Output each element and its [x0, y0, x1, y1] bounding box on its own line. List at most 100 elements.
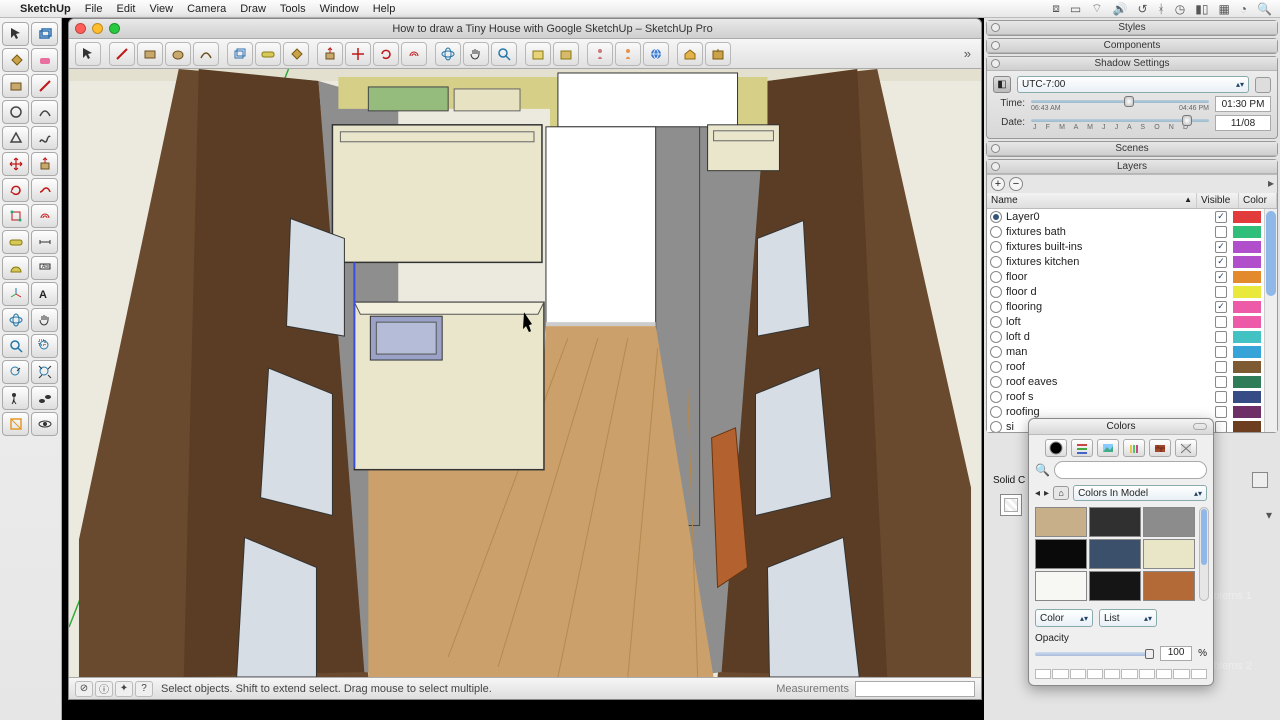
bluetooth-icon[interactable]: ᚼ [1158, 2, 1165, 16]
colors-toolbar-toggle[interactable] [1193, 423, 1207, 430]
tb-move[interactable] [345, 42, 371, 66]
layer-row[interactable]: man [987, 344, 1263, 359]
tape-measure-tool[interactable] [2, 230, 29, 254]
layer-visible-checkbox[interactable]: ✓ [1215, 301, 1227, 313]
line-tool[interactable] [31, 74, 58, 98]
polygon-tool[interactable] [2, 126, 29, 150]
wifi-icon[interactable]: ⌔ [1091, 1, 1102, 16]
layer-row[interactable]: floor ✓ [987, 269, 1263, 284]
layers-flyout-icon[interactable]: ▸ [1268, 176, 1274, 190]
current-material-swatch[interactable] [1000, 494, 1022, 516]
layer-visible-checkbox[interactable]: ✓ [1215, 211, 1227, 223]
zoom-window-tool[interactable] [31, 334, 58, 358]
layer-row[interactable]: fixtures bath [987, 224, 1263, 239]
layer-visible-checkbox[interactable] [1215, 391, 1227, 403]
layer-name[interactable]: floor [1004, 271, 1215, 283]
tb-add-location[interactable] [525, 42, 551, 66]
colors-titlebar[interactable]: Colors [1029, 419, 1213, 435]
zoom-window-icon[interactable] [109, 23, 120, 34]
layer-row[interactable]: fixtures built-ins ✓ [987, 239, 1263, 254]
layer-color-swatch[interactable] [1233, 211, 1261, 223]
dropbox-icon[interactable]: ⧈ [1052, 1, 1060, 16]
tb-zoom[interactable] [491, 42, 517, 66]
layers-header-color[interactable]: Color [1239, 193, 1277, 208]
color-image-tab[interactable] [1097, 439, 1119, 457]
tb-make-component[interactable] [227, 42, 253, 66]
timemachine-icon[interactable]: ◷ [1175, 2, 1185, 16]
sync-icon[interactable]: ↺ [1137, 2, 1147, 16]
tb-pushpull[interactable] [317, 42, 343, 66]
tb-arc[interactable] [193, 42, 219, 66]
layer-row[interactable]: roofing [987, 404, 1263, 419]
paint-bucket-tool[interactable] [2, 48, 29, 72]
layer-row[interactable]: floor d [987, 284, 1263, 299]
arc-tool[interactable] [31, 100, 58, 124]
layer-visible-checkbox[interactable]: ✓ [1215, 241, 1227, 253]
layer-name[interactable]: roof s [1004, 391, 1215, 403]
colors-nav-back[interactable]: ◂ [1035, 488, 1040, 499]
layer-active-radio[interactable] [990, 211, 1002, 223]
delete-layer-button[interactable]: − [1009, 177, 1023, 191]
layer-color-swatch[interactable] [1233, 316, 1261, 328]
layer-name[interactable]: man [1004, 346, 1215, 358]
colors-nav-home[interactable]: ⌂ [1053, 486, 1069, 500]
tb-extension[interactable] [705, 42, 731, 66]
layer-row[interactable]: loft [987, 314, 1263, 329]
opacity-value[interactable]: 100 [1160, 646, 1192, 661]
close-window-icon[interactable] [75, 23, 86, 34]
layer-color-swatch[interactable] [1233, 226, 1261, 238]
color-mode-select[interactable]: Color▴▾ [1035, 609, 1093, 627]
layer-name[interactable]: loft d [1004, 331, 1215, 343]
layers-header-name[interactable]: Name ▲ [987, 193, 1197, 208]
model-viewport[interactable] [69, 69, 981, 677]
volume-icon[interactable]: 🔊 [1113, 2, 1128, 16]
color-swatch[interactable] [1035, 571, 1087, 601]
color-brick-tab[interactable] [1149, 439, 1171, 457]
layer-row[interactable]: fixtures kitchen ✓ [987, 254, 1263, 269]
time-value[interactable]: 01:30 PM [1215, 96, 1271, 112]
layer-row[interactable]: roof eaves [987, 374, 1263, 389]
layer-color-swatch[interactable] [1233, 391, 1261, 403]
date-icon[interactable]: ▦ [1218, 2, 1229, 16]
layer-row[interactable]: roof s [987, 389, 1263, 404]
materials-menu-icon[interactable]: ▾ [1266, 508, 1272, 522]
color-swatch[interactable] [1143, 571, 1195, 601]
layer-active-radio[interactable] [990, 406, 1002, 418]
protractor-tool[interactable] [2, 256, 29, 280]
menu-edit[interactable]: Edit [116, 3, 135, 15]
layer-color-swatch[interactable] [1233, 361, 1261, 373]
layer-color-swatch[interactable] [1233, 346, 1261, 358]
tb-rectangle[interactable] [137, 42, 163, 66]
tb-tape[interactable] [255, 42, 281, 66]
tb-person[interactable] [587, 42, 613, 66]
layer-color-swatch[interactable] [1233, 301, 1261, 313]
color-swatch[interactable] [1089, 539, 1141, 569]
color-swatch[interactable] [1143, 539, 1195, 569]
layer-color-swatch[interactable] [1233, 241, 1261, 253]
layer-color-swatch[interactable] [1233, 406, 1261, 418]
layer-row[interactable]: Layer0 ✓ [987, 209, 1263, 224]
layer-row[interactable]: loft d [987, 329, 1263, 344]
layer-visible-checkbox[interactable] [1215, 406, 1227, 418]
move-tool[interactable] [2, 152, 29, 176]
layer-active-radio[interactable] [990, 301, 1002, 313]
layer-color-swatch[interactable] [1233, 271, 1261, 283]
date-value[interactable]: 11/08 [1215, 115, 1271, 131]
spotlight-icon[interactable]: 🔍 [1257, 2, 1272, 16]
tb-line[interactable] [109, 42, 135, 66]
layer-active-radio[interactable] [990, 241, 1002, 253]
layers-list[interactable]: Layer0 ✓ fixtures bath fixtures built-in… [987, 209, 1263, 432]
help-icon[interactable]: ? [135, 681, 153, 697]
color-pattern-tab[interactable] [1175, 439, 1197, 457]
layer-name[interactable]: fixtures built-ins [1004, 241, 1215, 253]
orbit-tool[interactable] [2, 308, 29, 332]
swatches-scrollbar[interactable] [1199, 507, 1209, 601]
add-layer-button[interactable]: + [991, 177, 1005, 191]
clock-icon[interactable]: ◔ [1240, 2, 1247, 16]
claim-icon[interactable]: ✦ [115, 681, 133, 697]
app-name[interactable]: SketchUp [20, 3, 71, 15]
position-camera-tool[interactable] [2, 386, 29, 410]
dimension-tool[interactable] [31, 230, 58, 254]
make-component-tool[interactable] [31, 22, 58, 46]
layer-active-radio[interactable] [990, 316, 1002, 328]
